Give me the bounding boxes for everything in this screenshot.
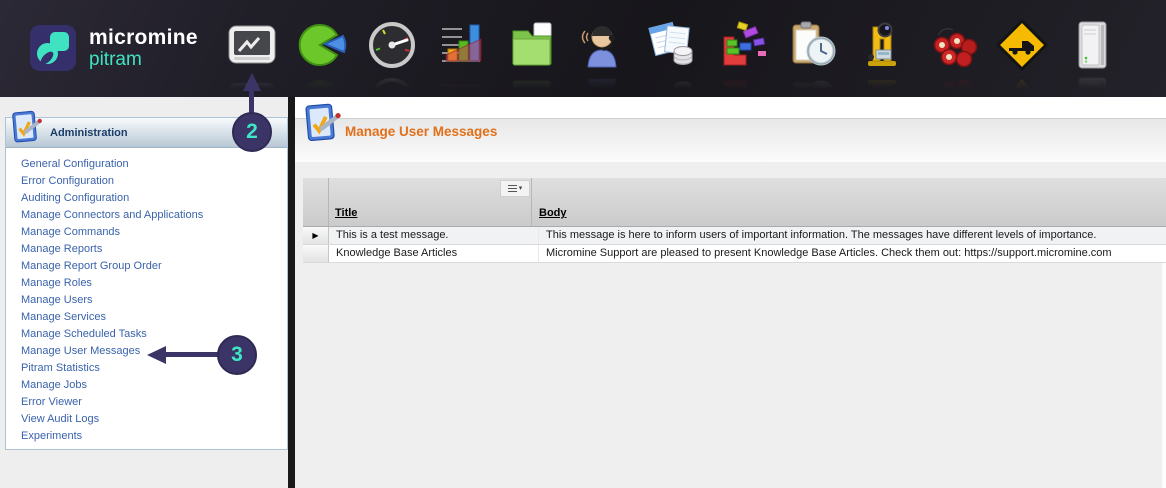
sidebar-item[interactable]: Auditing Configuration (21, 190, 287, 207)
brand-product: pitram (89, 49, 142, 70)
administration-panel: Administration General Configuration Err… (5, 110, 288, 450)
clipboard-check-icon (304, 101, 342, 152)
sidebar-item[interactable]: Manage Roles (21, 275, 287, 292)
app-window: micromine pitram 2 3 Administration Gene… (0, 0, 1166, 488)
sidebar-item[interactable]: Manage Commands (21, 224, 287, 241)
table-row[interactable]: ▶ This is a test message. This message i… (303, 227, 1166, 245)
step-3-label: 3 (231, 343, 243, 366)
pie-chart-icon[interactable] (294, 17, 350, 73)
dynamite-icon[interactable] (924, 17, 980, 73)
list-lines-icon (507, 185, 517, 192)
sidebar-item[interactable]: General Configuration (21, 156, 287, 173)
cell-body[interactable]: This message is here to inform users of … (539, 227, 1166, 244)
sidebar-item[interactable]: Manage Reports (21, 241, 287, 258)
column-header-body[interactable]: Body (539, 207, 567, 219)
survey-instrument-icon[interactable] (854, 17, 910, 73)
truck-sign-icon[interactable] (994, 17, 1050, 73)
folder-icon[interactable] (504, 17, 560, 73)
sidebar-item[interactable]: Experiments (21, 428, 287, 445)
messages-table: ▾ Title Body ▶ This is a test message. T… (303, 178, 1166, 263)
column-divider (531, 178, 532, 226)
step-3-badge: 3 (217, 335, 257, 375)
bar-chart-icon[interactable] (434, 17, 490, 73)
step-2-label: 2 (246, 120, 258, 143)
row-selector[interactable] (303, 245, 329, 262)
splitter[interactable] (288, 97, 295, 488)
top-toolbar: micromine pitram (0, 0, 1166, 97)
selector-column-header (303, 178, 329, 226)
toolbar-icon-row (224, 17, 1120, 73)
sidebar-item[interactable]: Error Configuration (21, 173, 287, 190)
page-title: Manage User Messages (345, 124, 498, 139)
cell-body[interactable]: Micromine Support are pleased to present… (539, 245, 1166, 262)
clipboard-check-icon (11, 109, 43, 159)
step-2-badge: 2 (232, 112, 272, 152)
administration-title: Administration (50, 127, 128, 139)
step-2-arrowhead-icon (243, 73, 261, 91)
chevron-down-icon: ▾ (518, 185, 523, 192)
main-header: Manage User Messages (295, 97, 1166, 162)
operator-icon[interactable] (574, 17, 630, 73)
data-sheets-icon[interactable] (644, 17, 700, 73)
sidebar-item[interactable]: Manage Services (21, 309, 287, 326)
blocks-icon[interactable] (714, 17, 770, 73)
brand-name: micromine (89, 26, 198, 49)
sidebar-item[interactable]: View Audit Logs (21, 411, 287, 428)
sidebar-area: Administration General Configuration Err… (0, 97, 288, 488)
table-rows: ▶ This is a test message. This message i… (303, 227, 1166, 263)
table-row[interactable]: Knowledge Base Articles Micromine Suppor… (303, 245, 1166, 263)
sidebar-menu: General Configuration Error Configuratio… (6, 156, 287, 445)
cell-title[interactable]: Knowledge Base Articles (329, 245, 539, 262)
column-chooser-button[interactable]: ▾ (500, 180, 530, 197)
sidebar-item[interactable]: Error Viewer (21, 394, 287, 411)
step-2-arrow-shaft (249, 90, 254, 114)
main-content: Manage User Messages ▾ Title Body ▶ This… (295, 97, 1166, 488)
row-selector[interactable]: ▶ (303, 227, 329, 244)
sidebar-item[interactable]: Manage Report Group Order (21, 258, 287, 275)
clipboard-clock-icon[interactable] (784, 17, 840, 73)
pitram-monitor-icon[interactable] (224, 17, 280, 73)
sidebar-item[interactable]: Manage Jobs (21, 377, 287, 394)
gauge-icon[interactable] (364, 17, 420, 73)
step-3-arrowhead-icon (147, 346, 166, 364)
current-row-marker-icon: ▶ (312, 231, 319, 240)
micromine-logo-icon (30, 25, 76, 71)
server-icon[interactable] (1064, 17, 1120, 73)
sidebar-item[interactable]: Manage Users (21, 292, 287, 309)
sidebar-item[interactable]: Manage Connectors and Applications (21, 207, 287, 224)
brand-logo: micromine pitram (30, 25, 198, 71)
step-3-arrow-shaft (165, 352, 218, 357)
cell-title[interactable]: This is a test message. (329, 227, 539, 244)
brand-text: micromine pitram (89, 26, 198, 70)
column-header-title[interactable]: Title (335, 207, 357, 219)
table-header-row: ▾ Title Body (303, 178, 1166, 227)
